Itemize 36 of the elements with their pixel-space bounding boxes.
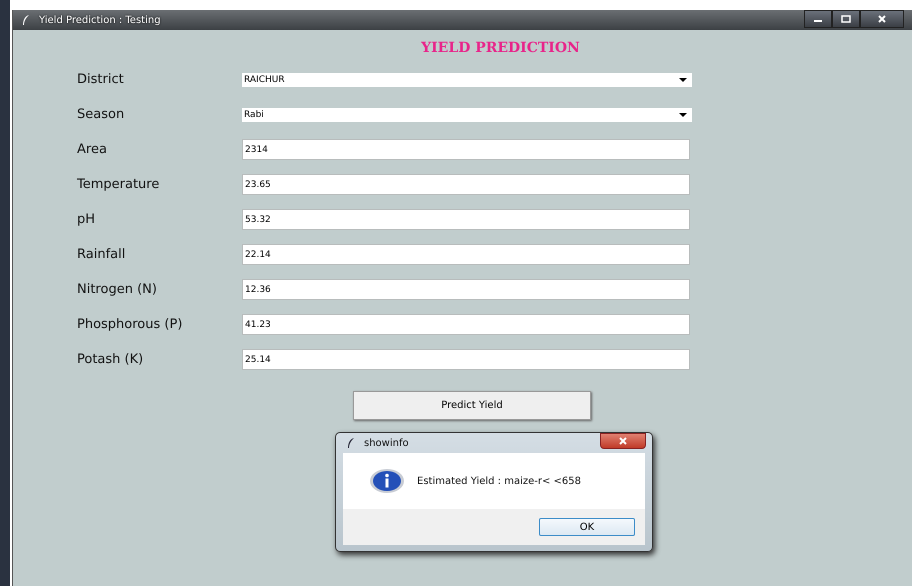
maximize-icon bbox=[841, 15, 851, 23]
close-button[interactable] bbox=[860, 10, 904, 28]
window-title: Yield Prediction : Testing bbox=[39, 14, 161, 26]
close-icon bbox=[618, 437, 628, 445]
input-field[interactable]: 12.36 bbox=[242, 279, 690, 300]
dropdown[interactable]: RAICHUR bbox=[242, 72, 692, 86]
dialog-title: showinfo bbox=[364, 438, 409, 448]
field-label: District bbox=[77, 72, 125, 87]
input-field[interactable]: 53.32 bbox=[242, 209, 690, 230]
field-label: Phosphorous (P) bbox=[77, 317, 184, 332]
feather-icon bbox=[21, 14, 31, 26]
feather-icon bbox=[346, 437, 356, 449]
input-field[interactable]: 25.14 bbox=[242, 349, 690, 370]
maximize-button[interactable] bbox=[832, 10, 860, 28]
input-field[interactable]: 41.23 bbox=[242, 314, 690, 335]
field-label: Rainfall bbox=[77, 247, 126, 262]
close-icon bbox=[877, 15, 887, 23]
app-heading: YIELD PREDICTION bbox=[420, 40, 581, 58]
field-label: Nitrogen (N) bbox=[77, 282, 158, 297]
dialog-message: Estimated Yield : maize-r< <658 bbox=[417, 476, 582, 486]
input-field[interactable]: 22.14 bbox=[242, 244, 690, 265]
field-label: pH bbox=[77, 212, 96, 227]
predict-button[interactable]: Predict Yield bbox=[353, 391, 591, 420]
dropdown-arrow-icon[interactable] bbox=[679, 78, 687, 82]
field-label: Potash (K) bbox=[77, 352, 144, 367]
input-field[interactable]: 23.65 bbox=[242, 174, 690, 195]
dropdown-arrow-icon[interactable] bbox=[679, 112, 687, 116]
ok-button[interactable]: OK bbox=[539, 518, 635, 536]
input-field[interactable]: 2314 bbox=[242, 139, 690, 160]
field-label: Temperature bbox=[77, 177, 160, 192]
minimize-button[interactable] bbox=[804, 10, 832, 28]
info-icon bbox=[369, 468, 405, 494]
field-label: Area bbox=[77, 142, 108, 157]
close-button[interactable] bbox=[600, 433, 646, 449]
field-label: Season bbox=[77, 107, 126, 122]
dropdown[interactable]: Rabi bbox=[242, 108, 692, 122]
